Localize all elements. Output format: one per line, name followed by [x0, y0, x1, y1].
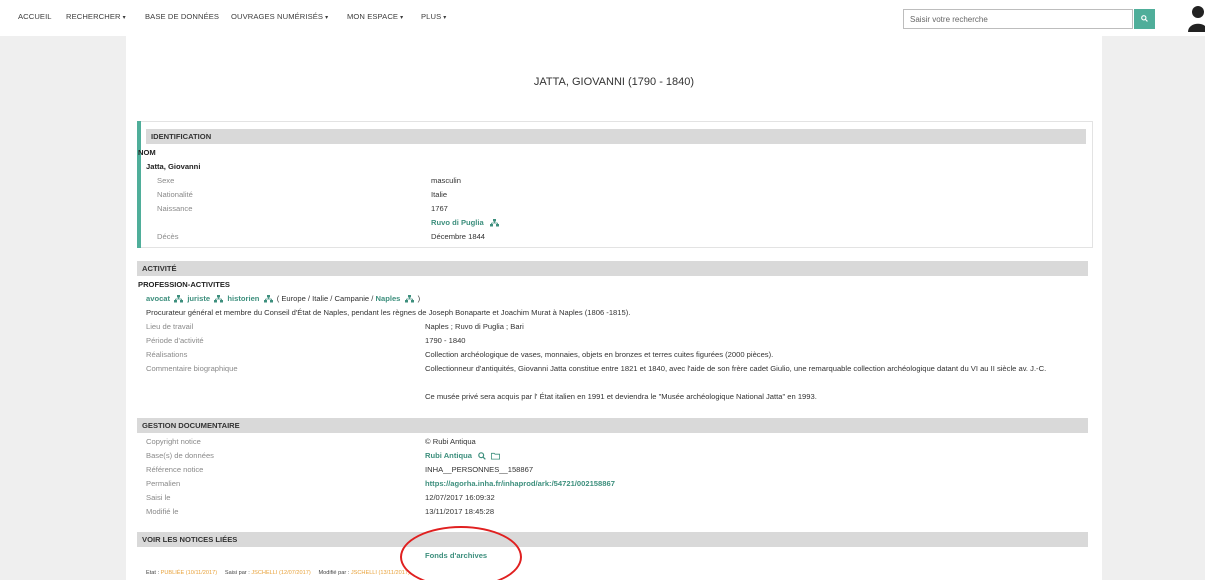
- person-name: Jatta, Giovanni: [146, 162, 201, 171]
- field-label: Lieu de travail: [146, 322, 194, 331]
- birth-place-link[interactable]: Ruvo di Puglia: [431, 218, 484, 227]
- nom-label: NOM: [138, 148, 156, 157]
- database-field: Rubi Antiqua: [425, 451, 501, 460]
- search-button[interactable]: [1134, 9, 1155, 29]
- profession-link[interactable]: historien: [227, 294, 259, 303]
- location-path: ( Europe / Italie / Campanie /: [276, 294, 374, 303]
- section-header-activite: ACTIVITÉ: [137, 261, 1088, 276]
- nav-ouvrages-numerises[interactable]: OUVRAGES NUMÉRISÉS ▾: [231, 12, 328, 21]
- profession-list: avocat juriste historien ( Europe / Ital…: [146, 295, 420, 303]
- section-header-liees: VOIR LES NOTICES LIÉES: [137, 532, 1088, 547]
- tree-icon[interactable]: [404, 295, 414, 303]
- tree-icon[interactable]: [174, 295, 184, 303]
- chevron-down-icon: ▾: [122, 15, 126, 21]
- chevron-down-icon: ▾: [325, 15, 329, 21]
- nav-label: PLUS: [421, 12, 442, 21]
- profession-link[interactable]: avocat: [146, 294, 170, 303]
- search-icon[interactable]: [478, 452, 486, 460]
- tree-icon[interactable]: [489, 219, 499, 227]
- field-value: Décembre 1844: [431, 232, 486, 241]
- nav-label: MON ESPACE: [347, 12, 399, 21]
- field-label: Saisi le: [146, 493, 171, 502]
- field-value: Italie: [431, 190, 448, 199]
- profession-link[interactable]: juriste: [187, 294, 210, 303]
- field-label: Sexe: [157, 176, 175, 185]
- folder-icon[interactable]: [491, 452, 501, 460]
- field-value: © Rubi Antiqua: [425, 437, 476, 446]
- meta-label: Modifié par :: [318, 570, 350, 576]
- section-header-identification: IDENTIFICATION: [146, 129, 1086, 144]
- nav-accueil[interactable]: ACCUEIL: [18, 12, 52, 21]
- user-icon[interactable]: [1188, 4, 1205, 32]
- field-label: Référence notice: [146, 465, 204, 474]
- chevron-down-icon: ▾: [400, 15, 404, 21]
- status-badge: PUBLIÉE (10/11/2017): [160, 570, 218, 576]
- field-label: Nationalité: [157, 190, 193, 199]
- field-value: 1767: [431, 204, 448, 213]
- tree-icon[interactable]: [263, 295, 273, 303]
- search-icon: [1141, 15, 1148, 22]
- field-value: 13/11/2017 18:45:28: [425, 507, 495, 516]
- meta-user: JSCHELLI (12/07/2017): [251, 570, 311, 576]
- field-value: Naples ; Ruvo di Puglia ; Bari: [425, 322, 524, 331]
- section-accent-bar: [137, 121, 141, 248]
- page-title: JATTA, GIOVANNI (1790 - 1840): [533, 76, 695, 88]
- annotation-circle: [400, 526, 522, 580]
- chevron-down-icon: ▾: [443, 15, 447, 21]
- top-navbar: ACCUEIL RECHERCHER ▾ BASE DE DONNÉES OUVR…: [0, 0, 1205, 36]
- field-value: 12/07/2017 16:09:32: [425, 493, 495, 502]
- nav-label: OUVRAGES NUMÉRISÉS: [231, 12, 324, 21]
- nav-label: BASE DE DONNÉES: [145, 12, 220, 21]
- activity-description: Procurateur général et membre du Conseil…: [146, 308, 631, 317]
- commentaire-text: Ce musée privé sera acquis par l' État i…: [425, 392, 817, 401]
- nav-rechercher[interactable]: RECHERCHER ▾: [66, 12, 126, 21]
- nav-label: RECHERCHER: [66, 12, 121, 21]
- field-label: Naissance: [157, 204, 193, 213]
- meta-user: JSCHELLI (13/11/2017): [350, 570, 410, 576]
- field-value: 1790 - 1840: [425, 336, 466, 345]
- tree-icon[interactable]: [214, 295, 224, 303]
- location-suffix: ): [417, 294, 421, 303]
- nav-mon-espace[interactable]: MON ESPACE ▾: [347, 12, 403, 21]
- record-meta: Etat : PUBLIÉE (10/11/2017) Saisi par : …: [146, 570, 410, 576]
- nav-label: ACCUEIL: [18, 12, 52, 21]
- section-header-gestion: GESTION DOCUMENTAIRE: [137, 418, 1088, 433]
- field-label: Période d'activité: [146, 336, 204, 345]
- permalink[interactable]: https://agorha.inha.fr/inhaprod/ark:/547…: [425, 480, 615, 488]
- field-value: masculin: [431, 176, 461, 185]
- field-label: Réalisations: [146, 350, 188, 359]
- field-label: Permalien: [146, 479, 181, 488]
- location-link[interactable]: Naples: [375, 294, 400, 303]
- database-link[interactable]: Rubi Antiqua: [425, 451, 472, 460]
- nav-base-de-donnees[interactable]: BASE DE DONNÉES: [145, 12, 219, 21]
- nav-plus[interactable]: PLUS ▾: [421, 12, 446, 21]
- field-label: Base(s) de données: [146, 451, 214, 460]
- field-value: Collection archéologique de vases, monna…: [425, 350, 774, 359]
- meta-label: Saisi par :: [224, 570, 250, 576]
- field-value: INHA__PERSONNES__158867: [425, 465, 534, 474]
- field-label: Copyright notice: [146, 437, 201, 446]
- field-label: Modifié le: [146, 507, 179, 516]
- field-label: Commentaire biographique: [146, 364, 238, 373]
- commentaire-text: Collectionneur d'antiquités, Giovanni Ja…: [425, 364, 1047, 373]
- meta-label: Etat :: [146, 570, 160, 576]
- profession-label: PROFESSION-ACTIVITES: [138, 280, 230, 289]
- field-label: Décès: [157, 232, 179, 241]
- birth-place: Ruvo di Puglia: [431, 219, 499, 227]
- search-input[interactable]: [903, 9, 1133, 29]
